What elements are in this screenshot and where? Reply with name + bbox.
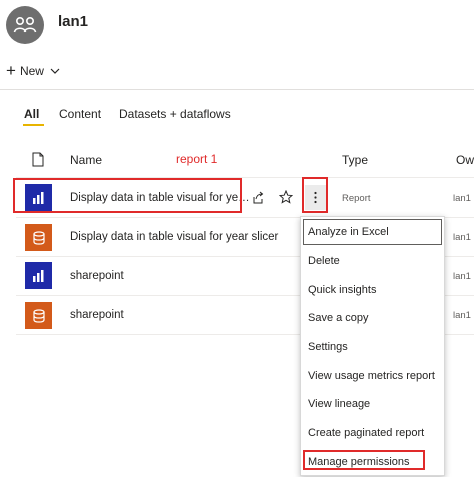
column-header-type[interactable]: Type <box>342 153 368 167</box>
annotation-label: report 1 <box>176 152 218 166</box>
plus-icon: + <box>6 61 16 80</box>
new-button-label: New <box>19 64 44 78</box>
annotation-box-report <box>13 178 242 213</box>
context-menu: Analyze in Excel Delete Quick insights S… <box>300 216 445 476</box>
header-divider <box>0 89 474 90</box>
table-row-name[interactable]: sharepoint <box>70 270 124 282</box>
table-row-owner: lan1 <box>453 271 471 282</box>
menu-item-analyze-in-excel[interactable]: Analyze in Excel <box>308 226 389 238</box>
menu-item-quick-insights[interactable]: Quick insights <box>308 284 376 296</box>
tab-all[interactable]: All <box>24 107 39 121</box>
active-tab-indicator <box>23 124 44 126</box>
annotation-box-more-options <box>302 177 328 213</box>
menu-item-view-lineage[interactable]: View lineage <box>308 398 370 410</box>
dataset-icon <box>25 302 52 329</box>
tab-datasets-dataflows[interactable]: Datasets + dataflows <box>119 107 231 121</box>
table-row-owner: lan1 <box>453 193 471 204</box>
table-row-owner: lan1 <box>453 310 471 321</box>
menu-item-settings[interactable]: Settings <box>308 341 348 353</box>
menu-item-delete[interactable]: Delete <box>308 255 340 267</box>
dataset-icon <box>25 224 52 251</box>
annotation-box-manage-permissions <box>303 450 425 470</box>
table-row-owner: lan1 <box>453 232 471 243</box>
menu-item-view-usage-metrics[interactable]: View usage metrics report <box>308 370 435 382</box>
new-button[interactable]: + New <box>6 62 60 80</box>
people-icon <box>13 16 37 33</box>
report-icon <box>25 262 52 289</box>
menu-item-save-a-copy[interactable]: Save a copy <box>308 312 369 324</box>
column-header-owner[interactable]: Own <box>456 153 474 167</box>
table-row-type: Report <box>342 193 371 204</box>
table-row-name[interactable]: Display data in table visual for year sl… <box>70 231 278 243</box>
column-header-name[interactable]: Name <box>70 153 102 167</box>
document-icon <box>32 152 44 167</box>
workspace-avatar <box>6 6 44 44</box>
tab-content[interactable]: Content <box>59 107 101 121</box>
chevron-down-icon <box>50 68 60 74</box>
table-row-name[interactable]: sharepoint <box>70 309 124 321</box>
share-icon[interactable] <box>251 191 264 204</box>
workspace-title: lan1 <box>58 13 89 30</box>
star-icon[interactable] <box>279 190 293 204</box>
menu-item-create-paginated-report[interactable]: Create paginated report <box>308 427 424 439</box>
